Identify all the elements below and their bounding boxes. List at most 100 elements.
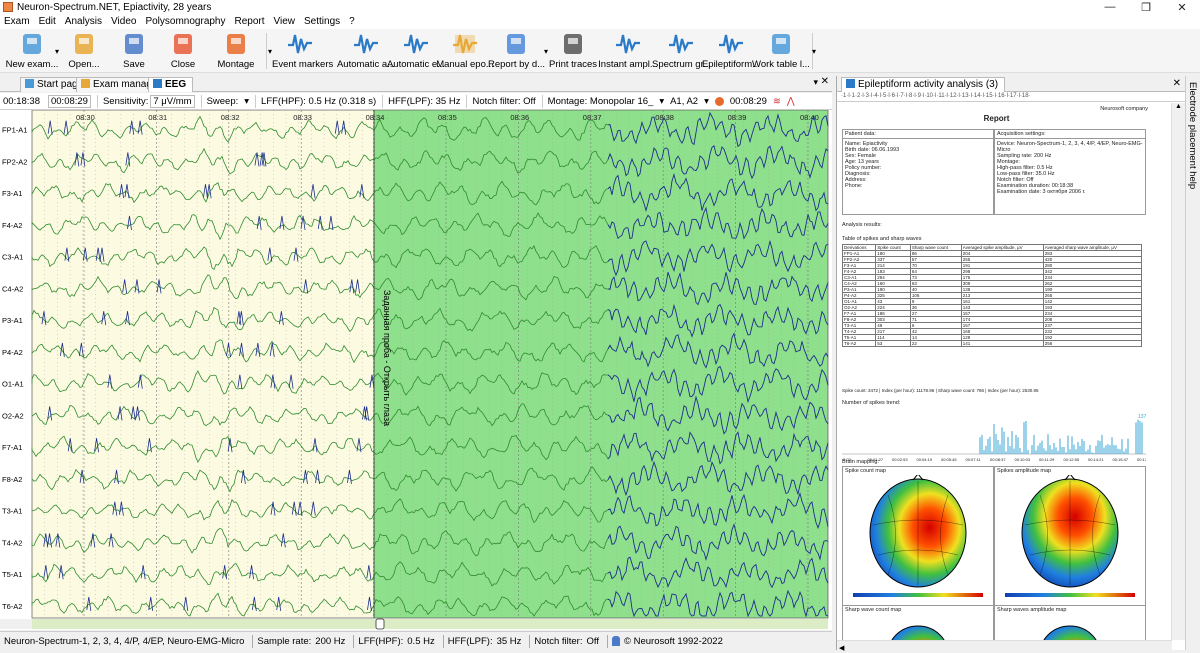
montage-select[interactable]: Monopolar 16_ (590, 96, 653, 107)
eeg-toolbar: 00:18:38 00:08:29 Sensitivity: 7 μV/mm S… (0, 93, 832, 110)
sharp-wave-count-map-box: Sharp wave count map (842, 605, 994, 640)
eeg-position-field[interactable]: 00:08:29 (47, 94, 91, 108)
menu-analysis[interactable]: Analysis (65, 16, 102, 27)
eeg-channel-label[interactable]: FP2-A2 (2, 157, 27, 166)
status-lff-value: 0.5 Hz (407, 635, 435, 647)
montage-label: Montage: (547, 95, 588, 107)
scroll-left-icon[interactable]: ◀ (839, 645, 844, 652)
instant-amplitude-icon (614, 31, 642, 57)
eeg-channel-label[interactable]: T4-A2 (2, 538, 22, 547)
montage-dropdown-icon[interactable]: ▾ (659, 96, 664, 107)
eeg-channel-label[interactable]: F3-A1 (2, 189, 22, 198)
toolbar-dropdown-icon[interactable]: ▾ (55, 47, 59, 56)
eeg-scroll-thumb[interactable] (375, 618, 385, 630)
toolbar-label: Manual epo... (436, 59, 494, 70)
video-time: 00:08:29 (729, 95, 767, 107)
work-table-icon (767, 31, 795, 57)
close-window-button[interactable]: ✕ (1164, 1, 1200, 14)
table-cell: 256 (1042, 340, 1143, 347)
tabs-dropdown-icon[interactable]: ▾ (813, 77, 818, 88)
eeg-time-mark: 08:35 (438, 113, 457, 122)
lff-value[interactable]: 0.5 Hz (0.318 s) (309, 96, 377, 107)
eeg-channel-label[interactable]: C4-A2 (2, 284, 23, 293)
separator (255, 94, 257, 108)
menu-view[interactable]: View (274, 16, 296, 27)
toolbar-button-montage[interactable]: Montage (212, 31, 260, 73)
toolbar-label: Save (123, 59, 145, 70)
notch-value[interactable]: Off (523, 96, 536, 107)
sensitivity-select[interactable]: 7 μV/mm (150, 94, 195, 108)
hff-label: HFF(LPF): (388, 95, 433, 107)
status-hff-value: 35 Hz (496, 635, 522, 647)
eeg-channel-label[interactable]: T3-A1 (2, 507, 22, 516)
toolbar-dropdown-icon[interactable]: ▾ (268, 47, 272, 56)
eeg-channel-label[interactable]: F8-A2 (2, 475, 22, 484)
eeg-channel-label[interactable]: F7-A1 (2, 443, 22, 452)
electrode-placement-help-tab[interactable]: Electrode placement help (1185, 76, 1200, 650)
tabs-close-icon[interactable]: ✕ (821, 76, 829, 87)
toolbar-button-event-markers[interactable]: Event markers (272, 31, 333, 73)
toolbar-button-close-exam[interactable]: Close (166, 31, 200, 73)
maximize-button[interactable]: ❐ (1128, 1, 1164, 14)
sweep-dropdown-icon[interactable]: ▾ (244, 96, 249, 107)
toolbar-button-manual-epoch[interactable]: Manual epo... (436, 31, 494, 73)
reference-dropdown-icon[interactable]: ▾ (704, 96, 709, 107)
trend-tick-label: 00:11:29 (1039, 457, 1055, 462)
eeg-channel-label[interactable]: T5-A1 (2, 570, 22, 579)
status-rate-label: Sample rate: (257, 635, 312, 647)
menu-edit[interactable]: Edit (39, 16, 56, 27)
menu-help[interactable]: ? (349, 16, 355, 27)
menu-exam[interactable]: Exam (4, 16, 30, 27)
toolbar-dropdown-icon[interactable]: ▾ (544, 47, 548, 56)
status-bar: Neuron-Spectrum-1, 2, 3, 4, 4/P, 4/EP, N… (0, 631, 832, 650)
toolbar-button-save[interactable]: Save (116, 31, 152, 73)
eeg-channel-label[interactable]: T6-A2 (2, 602, 22, 611)
acquisition-box: Acquisition settings: Device: Neuron-Spe… (994, 129, 1146, 215)
eeg-channel-label[interactable]: C3-A1 (2, 253, 23, 262)
trend-tick-label: 00:15:47 (1113, 457, 1129, 462)
report-panel-close-icon[interactable]: ✕ (1173, 78, 1181, 89)
title-bar: Neuron-Spectrum.NET, Epiactivity, 28 yea… (0, 0, 1200, 14)
toolbar-button-print[interactable]: Print traces (549, 31, 597, 73)
scroll-up-icon[interactable]: ▲ (1172, 103, 1185, 110)
toolbar-button-open[interactable]: Open... (62, 31, 106, 73)
eeg-channel-label[interactable]: P3-A1 (2, 316, 23, 325)
eeg-channel-label[interactable]: O1-A1 (2, 380, 24, 389)
separator (442, 634, 444, 648)
filter-icon[interactable]: ≋ (773, 96, 781, 107)
eeg-channel-label[interactable]: O2-A2 (2, 411, 24, 420)
table-summary: Spike count: 3472 | Index (per hour): 11… (842, 388, 1039, 393)
montage-icon (222, 31, 250, 57)
brain-icon[interactable] (714, 96, 724, 106)
patient-header: Patient data: (843, 130, 993, 139)
eeg-channel-label[interactable]: P4-A2 (2, 348, 23, 357)
menu-report[interactable]: Report (235, 16, 265, 27)
eeg-channel-label[interactable]: F4-A2 (2, 221, 22, 230)
menu-polysomnography[interactable]: Polysomnography (145, 16, 225, 27)
sharp-wave-count-map (891, 625, 945, 640)
eeg-channel-label[interactable]: FP1-A1 (2, 126, 27, 135)
reference-select[interactable]: A1, A2 (670, 96, 698, 107)
toolbar-button-new-exam[interactable]: New exam... (4, 31, 60, 73)
toolbar-button-instant-amplitude[interactable]: Instant ampl... (598, 31, 658, 73)
toolbar-button-report[interactable]: Report by d... (488, 31, 545, 73)
start-page-icon (25, 79, 34, 88)
trend-peak-label: 137 (1138, 414, 1146, 420)
status-notch-value: Off (586, 635, 599, 647)
toolbar-separator (266, 33, 267, 69)
menu-video[interactable]: Video (111, 16, 136, 27)
minimize-button[interactable]: — (1092, 1, 1128, 13)
report-vertical-scrollbar[interactable]: ▲ (1171, 103, 1185, 640)
eeg-horizontal-scrollbar[interactable] (32, 619, 828, 629)
tab-eeg[interactable]: EEG (148, 77, 194, 92)
separator (382, 94, 384, 108)
markers-icon[interactable]: ⋀ (787, 96, 795, 107)
hff-value[interactable]: 35 Hz (436, 96, 461, 107)
eeg-chart[interactable]: 08:30 08:31 08:32 08:33 08:34 08:35 08:36 08:37… (0, 110, 832, 630)
menu-settings[interactable]: Settings (304, 16, 340, 27)
report-horizontal-scrollbar[interactable]: ◀ (837, 640, 1172, 652)
toolbar-button-work-table[interactable]: Work table l... (752, 31, 810, 73)
toolbar-dropdown-icon[interactable]: ▾ (812, 47, 816, 56)
trend-tick-label: 00:17:13 (1137, 457, 1146, 462)
tab-epileptiform-analysis[interactable]: Epileptiform activity analysis (3) (841, 77, 1006, 92)
